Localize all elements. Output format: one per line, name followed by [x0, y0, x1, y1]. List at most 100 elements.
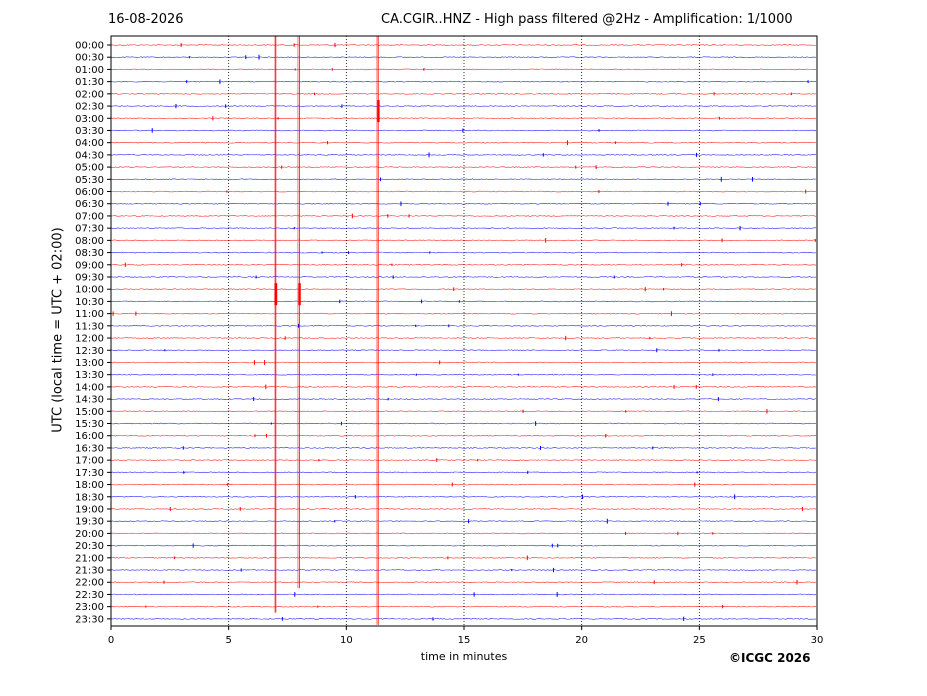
y-tick-label-09:30: 09:30 — [75, 272, 104, 283]
y-tick-label-22:00: 22:00 — [75, 578, 104, 589]
trace-21:30 — [110, 569, 817, 571]
y-tick-label-23:30: 23:30 — [75, 614, 104, 625]
trace-20:30 — [110, 544, 817, 547]
y-tick-label-20:30: 20:30 — [75, 541, 104, 552]
x-tick-label-25: 25 — [693, 635, 706, 646]
trace-00:30 — [110, 56, 817, 58]
trace-04:00 — [110, 141, 817, 144]
y-tick-label-01:00: 01:00 — [75, 65, 104, 76]
x-tick-label-5: 5 — [225, 635, 231, 646]
y-tick-label-21:00: 21:00 — [75, 553, 104, 564]
trace-02:00 — [110, 93, 817, 95]
y-tick-label-14:00: 14:00 — [75, 382, 104, 393]
trace-08:30 — [110, 251, 817, 254]
trace-07:00 — [110, 215, 817, 217]
y-tick-label-07:30: 07:30 — [75, 224, 104, 235]
y-tick-label-16:00: 16:00 — [75, 431, 104, 442]
y-tick-label-09:00: 09:00 — [75, 260, 104, 271]
y-tick-label-00:30: 00:30 — [75, 53, 104, 64]
trace-22:00 — [110, 581, 817, 584]
y-tick-label-04:30: 04:30 — [75, 150, 104, 161]
y-tick-label-03:00: 03:00 — [75, 114, 104, 125]
y-tick-label-05:30: 05:30 — [75, 175, 104, 186]
y-tick-label-01:30: 01:30 — [75, 77, 104, 88]
trace-02:30 — [110, 105, 817, 107]
y-tick-label-20:00: 20:00 — [75, 529, 104, 540]
trace-08:00 — [110, 239, 817, 242]
trace-14:30 — [110, 398, 817, 400]
trace-15:30 — [110, 422, 817, 425]
trace-09:00 — [110, 264, 817, 266]
y-tick-label-21:30: 21:30 — [75, 566, 104, 577]
y-tick-label-02:30: 02:30 — [75, 102, 104, 113]
trace-23:00 — [110, 605, 817, 608]
trace-09:30 — [110, 276, 817, 278]
y-tick-label-13:30: 13:30 — [75, 370, 104, 381]
y-tick-label-18:30: 18:30 — [75, 492, 104, 503]
trace-18:00 — [110, 483, 817, 486]
y-tick-group: 00:0000:3001:0001:3002:00 02:3003:0003:30… — [75, 41, 111, 625]
y-tick-label-18:00: 18:00 — [75, 480, 104, 491]
trace-19:00 — [110, 508, 817, 510]
event-peak-2 — [377, 100, 380, 123]
trace-03:30 — [110, 129, 817, 132]
y-tick-label-08:00: 08:00 — [75, 236, 104, 247]
trace-10:30 — [110, 300, 817, 303]
trace-17:30 — [110, 471, 817, 474]
y-tick-label-22:30: 22:30 — [75, 590, 104, 601]
trace-11:00 — [110, 312, 817, 315]
y-tick-label-19:30: 19:30 — [75, 517, 104, 528]
y-tick-label-06:30: 06:30 — [75, 199, 104, 210]
trace-04:30 — [110, 154, 817, 156]
y-tick-label-10:00: 10:00 — [75, 285, 104, 296]
y-tick-label-15:30: 15:30 — [75, 419, 104, 430]
y-tick-label-07:00: 07:00 — [75, 211, 104, 222]
y-tick-label-12:00: 12:00 — [75, 334, 104, 345]
trace-05:00 — [110, 166, 817, 168]
trace-group — [110, 42, 817, 622]
trace-17:00 — [110, 459, 817, 461]
x-tick-group: 0 5 10 15 20 25 30 — [108, 626, 824, 646]
y-tick-label-03:30: 03:30 — [75, 126, 104, 137]
trace-01:30 — [110, 80, 817, 83]
y-tick-label-10:30: 10:30 — [75, 297, 104, 308]
y-tick-label-16:30: 16:30 — [75, 443, 104, 454]
trace-10:00 — [110, 288, 817, 290]
trace-03:00 — [110, 117, 817, 120]
trace-05:30 — [110, 178, 817, 181]
trace-11:30 — [110, 325, 817, 327]
trace-06:30 — [110, 202, 817, 205]
trace-13:00 — [110, 361, 817, 364]
y-tick-label-04:00: 04:00 — [75, 138, 104, 149]
y-tick-label-15:00: 15:00 — [75, 407, 104, 418]
trace-23:30 — [110, 618, 817, 620]
trace-18:30 — [110, 495, 817, 498]
y-tick-label-23:00: 23:00 — [75, 602, 104, 613]
seismogram-chart: 00:0000:3001:0001:3002:00 02:3003:0003:30… — [75, 35, 824, 646]
y-tick-label-05:00: 05:00 — [75, 163, 104, 174]
trace-20:00 — [110, 532, 817, 535]
y-tick-label-17:00: 17:00 — [75, 456, 104, 467]
y-tick-label-02:00: 02:00 — [75, 89, 104, 100]
trace-15:00 — [110, 410, 817, 413]
trace-01:00 — [110, 68, 817, 71]
y-tick-label-11:00: 11:00 — [75, 309, 104, 320]
trace-00:00 — [110, 44, 817, 46]
trace-06:00 — [110, 190, 817, 193]
y-tick-label-08:30: 08:30 — [75, 248, 104, 259]
x-tick-label-20: 20 — [575, 635, 588, 646]
y-tick-label-12:30: 12:30 — [75, 346, 104, 357]
y-tick-label-13:00: 13:00 — [75, 358, 104, 369]
trace-16:00 — [110, 434, 817, 437]
y-tick-label-06:00: 06:00 — [75, 187, 104, 198]
x-tick-label-15: 15 — [458, 635, 471, 646]
trace-22:30 — [110, 593, 817, 596]
x-tick-label-30: 30 — [811, 635, 824, 646]
y-tick-label-17:30: 17:30 — [75, 468, 104, 479]
event-group — [273, 36, 380, 625]
trace-19:30 — [110, 520, 817, 522]
trace-13:30 — [110, 373, 817, 376]
y-tick-label-19:00: 19:00 — [75, 504, 104, 515]
trace-12:00 — [110, 337, 817, 339]
x-tick-label-0: 0 — [108, 635, 114, 646]
